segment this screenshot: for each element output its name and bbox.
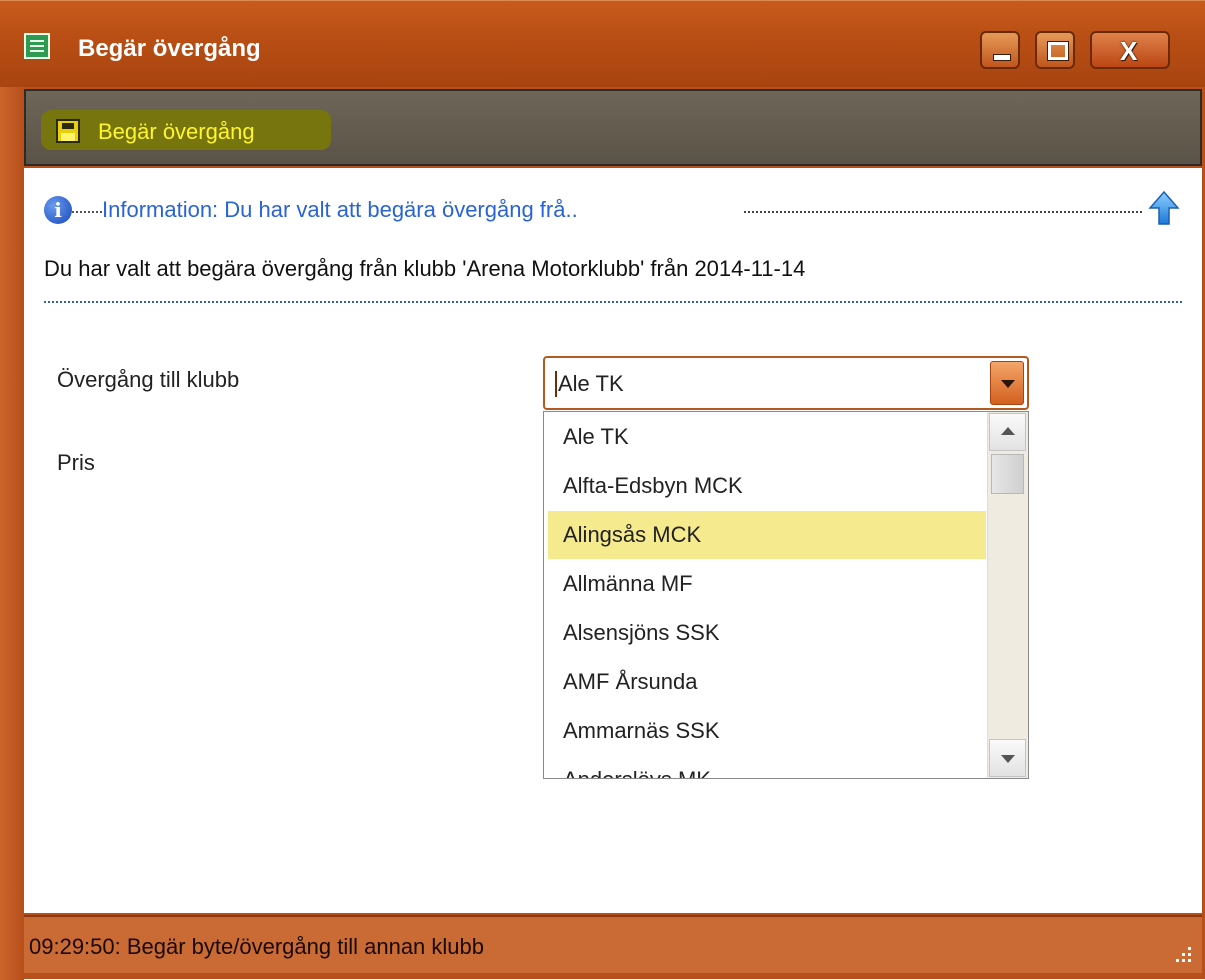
maximize-icon	[1047, 41, 1069, 61]
floppy-disk-icon	[56, 119, 80, 143]
club-select-value[interactable]: Ale TK	[555, 371, 624, 397]
info-separator	[44, 301, 1182, 303]
price-label: Pris	[57, 450, 95, 475]
request-transfer-button[interactable]: Begär övergång	[41, 110, 331, 150]
content-panel: i Information: Du har valt att begära öv…	[24, 168, 1202, 913]
list-item[interactable]: Anderslövs MK	[548, 756, 986, 778]
resize-grip-icon[interactable]	[1174, 945, 1192, 963]
minimize-icon	[993, 54, 1011, 61]
window-title: Begär övergång	[78, 35, 261, 62]
scroll-down-icon[interactable]	[989, 739, 1026, 777]
title-bar[interactable]: Begär övergång X	[0, 1, 1205, 87]
scroll-thumb[interactable]	[991, 454, 1024, 494]
info-message: Du har valt att begära övergång från klu…	[44, 256, 806, 281]
form-window-icon	[24, 33, 50, 59]
list-item[interactable]: Ammarnäs SSK	[548, 707, 986, 755]
club-label: Övergång till klubb	[57, 367, 240, 392]
list-item[interactable]: AMF Årsunda	[548, 658, 986, 706]
info-divider	[744, 211, 1142, 213]
club-dropdown-list[interactable]: Ale TK Alfta-Edsbyn MCK Alingsås MCK All…	[543, 411, 1029, 779]
scroll-up-icon[interactable]	[989, 413, 1026, 451]
minimize-button[interactable]	[980, 31, 1020, 69]
chevron-down-icon[interactable]	[990, 361, 1024, 405]
status-bar: 09:29:50: Begär byte/övergång till annan…	[24, 915, 1202, 973]
list-item-highlighted[interactable]: Alingsås MCK	[548, 511, 986, 559]
window-border	[0, 87, 24, 980]
toolbar: Begär övergång	[24, 89, 1202, 166]
close-button[interactable]: X	[1090, 31, 1170, 69]
status-text: 09:29:50: Begär byte/övergång till annan…	[29, 934, 484, 959]
request-transfer-label: Begär övergång	[98, 119, 255, 144]
info-connector	[72, 211, 102, 213]
maximize-button[interactable]	[1035, 31, 1075, 69]
list-item[interactable]: Ale TK	[548, 413, 986, 461]
info-icon[interactable]: i	[44, 196, 72, 224]
app-window: Begär övergång X Begär övergång i Inform…	[0, 0, 1205, 980]
up-arrow-icon[interactable]	[1148, 190, 1180, 226]
list-item[interactable]: Alfta-Edsbyn MCK	[548, 462, 986, 510]
list-item[interactable]: Allmänna MF	[548, 560, 986, 608]
dropdown-scrollbar[interactable]	[987, 412, 1028, 778]
list-item[interactable]: Alsensjöns SSK	[548, 609, 986, 657]
info-header[interactable]: Information: Du har valt att begära över…	[102, 197, 578, 223]
close-icon: X	[1120, 36, 1138, 66]
club-select[interactable]: Ale TK	[543, 356, 1029, 410]
